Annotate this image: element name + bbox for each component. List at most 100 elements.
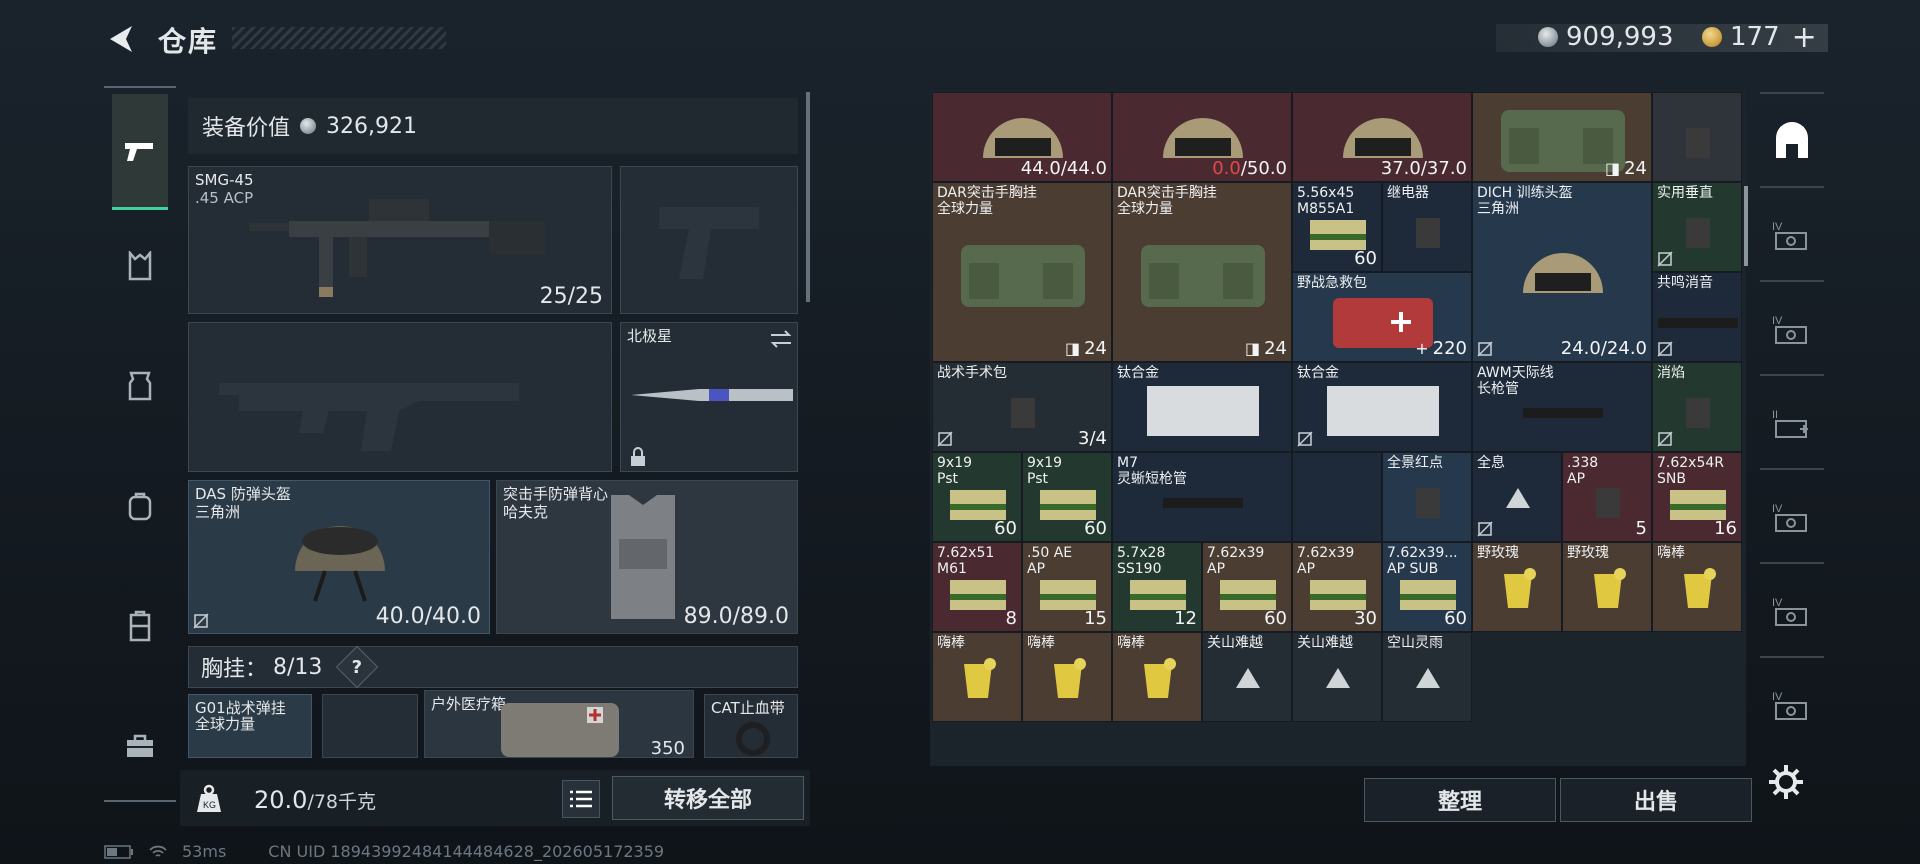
item-value-text: 5 [1635, 518, 1647, 539]
grid-item[interactable]: AWM天际线 长枪管 [1472, 362, 1652, 452]
grid-item[interactable]: 钛合金 [1112, 362, 1292, 452]
grid-item[interactable]: DICH 训练头盔 三角洲 24.0/24.0 [1472, 182, 1652, 362]
grid-item[interactable]: .50 AE AP 15 [1022, 542, 1112, 632]
battery-icon [104, 844, 133, 859]
equipment-value-amount: 326,921 [326, 113, 417, 139]
grid-item[interactable] [1292, 452, 1382, 542]
grid-item[interactable]: ◨ 24 [1472, 92, 1652, 182]
back-arrow-icon[interactable] [104, 22, 138, 56]
vest-empty-slot[interactable] [322, 694, 418, 758]
grid-item[interactable]: 44.0/44.0 [932, 92, 1112, 182]
grid-item[interactable]: 共鸣消音 [1652, 272, 1742, 362]
pistol-slot[interactable] [620, 166, 798, 314]
warehouse-grid-panel: 44.0/44.0 0.0/50.0 37.0/37.0 ◨ 24 DAR突击手胸挂 全球… [930, 90, 1746, 766]
rail-tab-armor[interactable] [112, 358, 168, 414]
grid-item[interactable] [1652, 92, 1742, 182]
grid-item[interactable]: M7 灵蜥短枪管 [1112, 452, 1292, 542]
pistol-icon [125, 142, 153, 161]
help-button[interactable]: ? [336, 645, 379, 689]
warehouse-tab-iv-3[interactable]: IV [1764, 490, 1820, 546]
gold-currency[interactable]: 177 + [1702, 20, 1817, 55]
no-insure-icon [1657, 251, 1673, 267]
vest-count: 8/13 [273, 654, 323, 680]
swap-icon[interactable] [769, 329, 793, 349]
item-value-text: 24 [1084, 338, 1107, 359]
warehouse-tab-iv-2[interactable]: IV [1764, 302, 1820, 358]
grid-item[interactable]: 钛合金 [1292, 362, 1472, 452]
grid-item[interactable]: DAR突击手胸挂 全球力量 ◨ 24 [1112, 182, 1292, 362]
grid-item[interactable]: 7.62x39... AP SUB 60 [1382, 542, 1472, 632]
warehouse-tab-iv-1[interactable]: IV [1764, 208, 1820, 264]
helmet-slot[interactable]: DAS 防弹头盔 三角洲 40.0/40.0 [188, 480, 490, 634]
grid-item[interactable]: 嗨棒 [1022, 632, 1112, 722]
grid-item[interactable]: 全息 [1472, 452, 1562, 542]
rail-divider [1760, 374, 1824, 376]
helmet-brand: 三角洲 [195, 503, 241, 521]
melee-slot[interactable]: 北极星 [620, 322, 798, 472]
grid-item[interactable]: 9x19 Pst 60 [1022, 452, 1112, 542]
grid-item[interactable]: 实用垂直 [1652, 182, 1742, 272]
add-currency-icon[interactable]: + [1792, 20, 1817, 55]
svg-text:II: II [1772, 409, 1778, 421]
rail-tab-case[interactable] [112, 598, 168, 654]
item-label: .50 AE AP [1027, 545, 1073, 577]
grid-item[interactable]: 7.62x39 AP 60 [1202, 542, 1292, 632]
item-label: DAR突击手胸挂 全球力量 [1117, 185, 1217, 217]
armor-slot[interactable]: 突击手防弹背心 哈夫克 89.0/89.0 [496, 480, 798, 634]
vest-item-g01[interactable]: G01战术弹挂 全球力量 [188, 694, 312, 758]
grid-item[interactable]: 野战急救包 +220 [1292, 272, 1472, 362]
grid-item[interactable]: 7.62x39 AP 30 [1292, 542, 1382, 632]
grid-item[interactable]: 关山难越 [1292, 632, 1382, 722]
grid-item[interactable]: 空山灵雨 [1382, 632, 1472, 722]
grid-item[interactable]: 继电器 [1382, 182, 1472, 272]
grid-item[interactable]: DAR突击手胸挂 全球力量 ◨ 24 [932, 182, 1112, 362]
grid-item[interactable]: 全景红点 [1382, 452, 1472, 542]
list-view-button[interactable] [562, 780, 600, 818]
rail-tab-vest[interactable] [112, 238, 168, 294]
warehouse-tab-iv-4[interactable]: IV [1764, 584, 1820, 640]
grid-item[interactable]: 消焰 [1652, 362, 1742, 452]
warehouse-tab-home[interactable] [1764, 114, 1820, 170]
warehouse-tab-ii[interactable]: II [1764, 396, 1820, 452]
grid-item[interactable]: 7.62x54R SNB 16 [1652, 452, 1742, 542]
vest-item-medkit[interactable]: 户外医疗箱 350 [424, 690, 694, 759]
grid-item[interactable]: 7.62x51 M61 8 [932, 542, 1022, 632]
rail-tab-toolbox[interactable] [112, 718, 168, 774]
grid-item[interactable]: 野玫瑰 [1562, 542, 1652, 632]
primary-weapon-count: 25/25 [539, 284, 603, 309]
grid-item[interactable]: .338 AP 5 [1562, 452, 1652, 542]
grid-item[interactable]: 关山难越 [1202, 632, 1292, 722]
grid-item[interactable]: 嗨棒 [1112, 632, 1202, 722]
svg-text:IV: IV [1772, 221, 1783, 233]
grid-item[interactable]: 37.0/37.0 [1292, 92, 1472, 182]
warehouse-tab-iv-5[interactable]: IV [1764, 678, 1820, 734]
grid-item[interactable]: 嗨棒 [1652, 542, 1742, 632]
sell-button[interactable]: 出售 [1560, 778, 1752, 822]
expansion-ii-icon: II [1772, 409, 1808, 438]
armor-brand: 哈夫克 [503, 503, 549, 521]
settings-gear-icon[interactable] [1766, 762, 1806, 802]
rail-tab-weapons[interactable] [112, 94, 168, 210]
grid-item[interactable]: 战术手术包 3/4 [932, 362, 1112, 452]
primary-weapon-slot[interactable]: SMG-45 .45 ACP 25/25 [188, 166, 612, 314]
rail-divider [1760, 656, 1824, 658]
grid-item[interactable]: 5.7x28 SS190 12 [1112, 542, 1202, 632]
vest-item-tourniquet[interactable]: CAT止血带 [704, 694, 798, 758]
grid-item[interactable]: 5.56x45 M855A1 60 [1292, 182, 1382, 272]
item-value: ◨ 24 [1605, 158, 1647, 179]
left-scrollbar[interactable] [806, 92, 810, 302]
grid-item[interactable]: 嗨棒 [932, 632, 1022, 722]
expansion-iv-icon: IV [1772, 221, 1807, 250]
item-value: 12 [1174, 608, 1197, 629]
secondary-weapon-slot[interactable] [188, 322, 612, 472]
grid-item[interactable]: 0.0/50.0 [1112, 92, 1292, 182]
sort-button[interactable]: 整理 [1364, 778, 1556, 822]
grid-item[interactable]: 野玫瑰 [1472, 542, 1562, 632]
item-value-text: 15 [1084, 608, 1107, 629]
right-scrollbar[interactable] [1744, 186, 1748, 266]
transfer-all-button[interactable]: 转移全部 [612, 776, 804, 820]
grid-item[interactable]: 9x19 Pst 60 [932, 452, 1022, 542]
svg-text:IV: IV [1772, 597, 1783, 609]
item-damage-value: 0.0 [1212, 158, 1241, 179]
rail-tab-backpack[interactable] [112, 478, 168, 534]
